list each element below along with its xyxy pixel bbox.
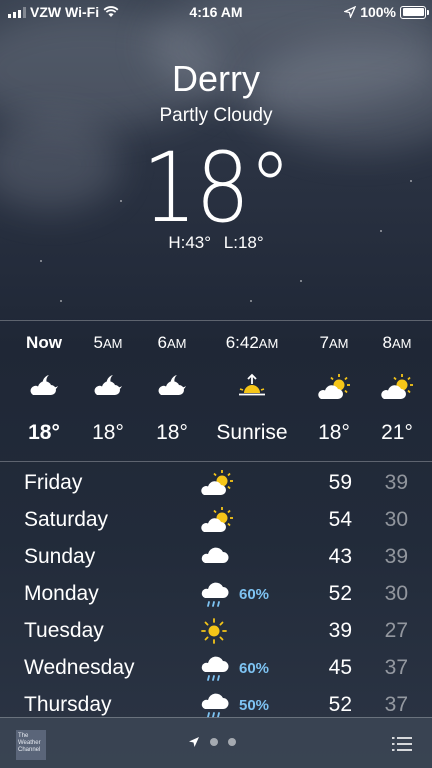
- day-low: 37: [384, 656, 408, 679]
- day-low: 39: [384, 545, 408, 568]
- city-name: Derry: [172, 58, 260, 99]
- hourly-temp: 18°: [156, 421, 188, 444]
- day-name: Friday: [24, 471, 83, 494]
- moon-cloud-icon: [73, 373, 143, 401]
- hourly-time: 8AM: [382, 333, 412, 352]
- weather-channel-logo-icon[interactable]: The Weather Channel: [16, 730, 46, 760]
- high-low: H:43° L:18°: [0, 233, 432, 253]
- sun-cloud-icon: [200, 506, 233, 536]
- low-temp: L:18°: [223, 233, 264, 252]
- battery-icon: [400, 5, 429, 19]
- precip-chance: 50%: [239, 697, 270, 714]
- moon-cloud-icon: [9, 373, 79, 401]
- hourly-temp: Sunrise: [216, 421, 288, 444]
- hourly-time: Now: [26, 333, 62, 352]
- bottom-toolbar: The Weather Channel: [0, 717, 432, 768]
- sunrise-icon: [202, 373, 302, 401]
- hourly-temp: 21°: [381, 421, 413, 444]
- hourly-time: 5AM: [93, 333, 123, 352]
- rain-cloud-icon: [200, 580, 232, 610]
- daily-row: Tuesday 39 27: [0, 613, 432, 650]
- day-low: 27: [384, 619, 408, 642]
- day-low: 30: [384, 582, 408, 605]
- day-high: 59: [328, 471, 352, 494]
- sun-cloud-icon: [200, 469, 233, 499]
- day-high: 52: [328, 582, 352, 605]
- daily-row: Monday 60% 52 30: [0, 576, 432, 613]
- hourly-temp: 18°: [28, 421, 60, 444]
- day-high: 45: [328, 656, 352, 679]
- list-icon[interactable]: [392, 736, 412, 752]
- location-arrow-icon: [344, 6, 357, 18]
- daily-row: Sunday 43 39: [0, 539, 432, 576]
- day-name: Thursday: [24, 693, 112, 716]
- hourly-forecast[interactable]: Now 18° 5AM 18° 6AM 18° 6:42AM Sunrise 7AM 18° 8AM…: [0, 320, 432, 462]
- day-low: 39: [384, 471, 408, 494]
- page-indicator[interactable]: [188, 736, 236, 748]
- daily-row: Wednesday 60% 45 37: [0, 650, 432, 687]
- daily-row: Friday 59 39: [0, 465, 432, 502]
- status-bar: VZW Wi-Fi 4:16 AM 100%: [0, 0, 432, 24]
- sun-cloud-icon: [362, 373, 432, 401]
- day-high: 43: [328, 545, 352, 568]
- day-name: Saturday: [24, 508, 109, 531]
- precip-chance: 60%: [239, 586, 270, 603]
- page-dot-icon: [210, 738, 218, 746]
- location-arrow-icon: [189, 737, 199, 747]
- precip-chance: 60%: [239, 660, 270, 677]
- battery-percent: 100%: [360, 4, 396, 20]
- day-high: 54: [328, 508, 352, 531]
- rain-cloud-icon: [200, 654, 232, 684]
- hourly-time: 6:42AM: [225, 333, 279, 352]
- daily-row: Saturday 54 30: [0, 502, 432, 539]
- day-name: Monday: [24, 582, 99, 605]
- day-name: Sunday: [24, 545, 96, 568]
- hourly-time: 7AM: [319, 333, 349, 352]
- moon-cloud-icon: [137, 373, 207, 401]
- sun-icon: [200, 617, 232, 647]
- hourly-temp: 18°: [92, 421, 124, 444]
- current-condition: Partly Cloudy: [159, 105, 273, 126]
- hourly-time: 6AM: [157, 333, 187, 352]
- hourly-temp: 18°: [318, 421, 350, 444]
- day-high: 52: [328, 693, 352, 716]
- day-name: Tuesday: [24, 619, 104, 642]
- current-temperature: 18°: [142, 132, 292, 244]
- day-name: Wednesday: [24, 656, 135, 679]
- day-high: 39: [328, 619, 352, 642]
- page-dot-icon: [228, 738, 236, 746]
- day-low: 37: [384, 693, 408, 716]
- sun-cloud-icon: [299, 373, 369, 401]
- high-temp: H:43°: [168, 233, 212, 252]
- day-low: 30: [384, 508, 408, 531]
- cloud-icon: [200, 543, 232, 573]
